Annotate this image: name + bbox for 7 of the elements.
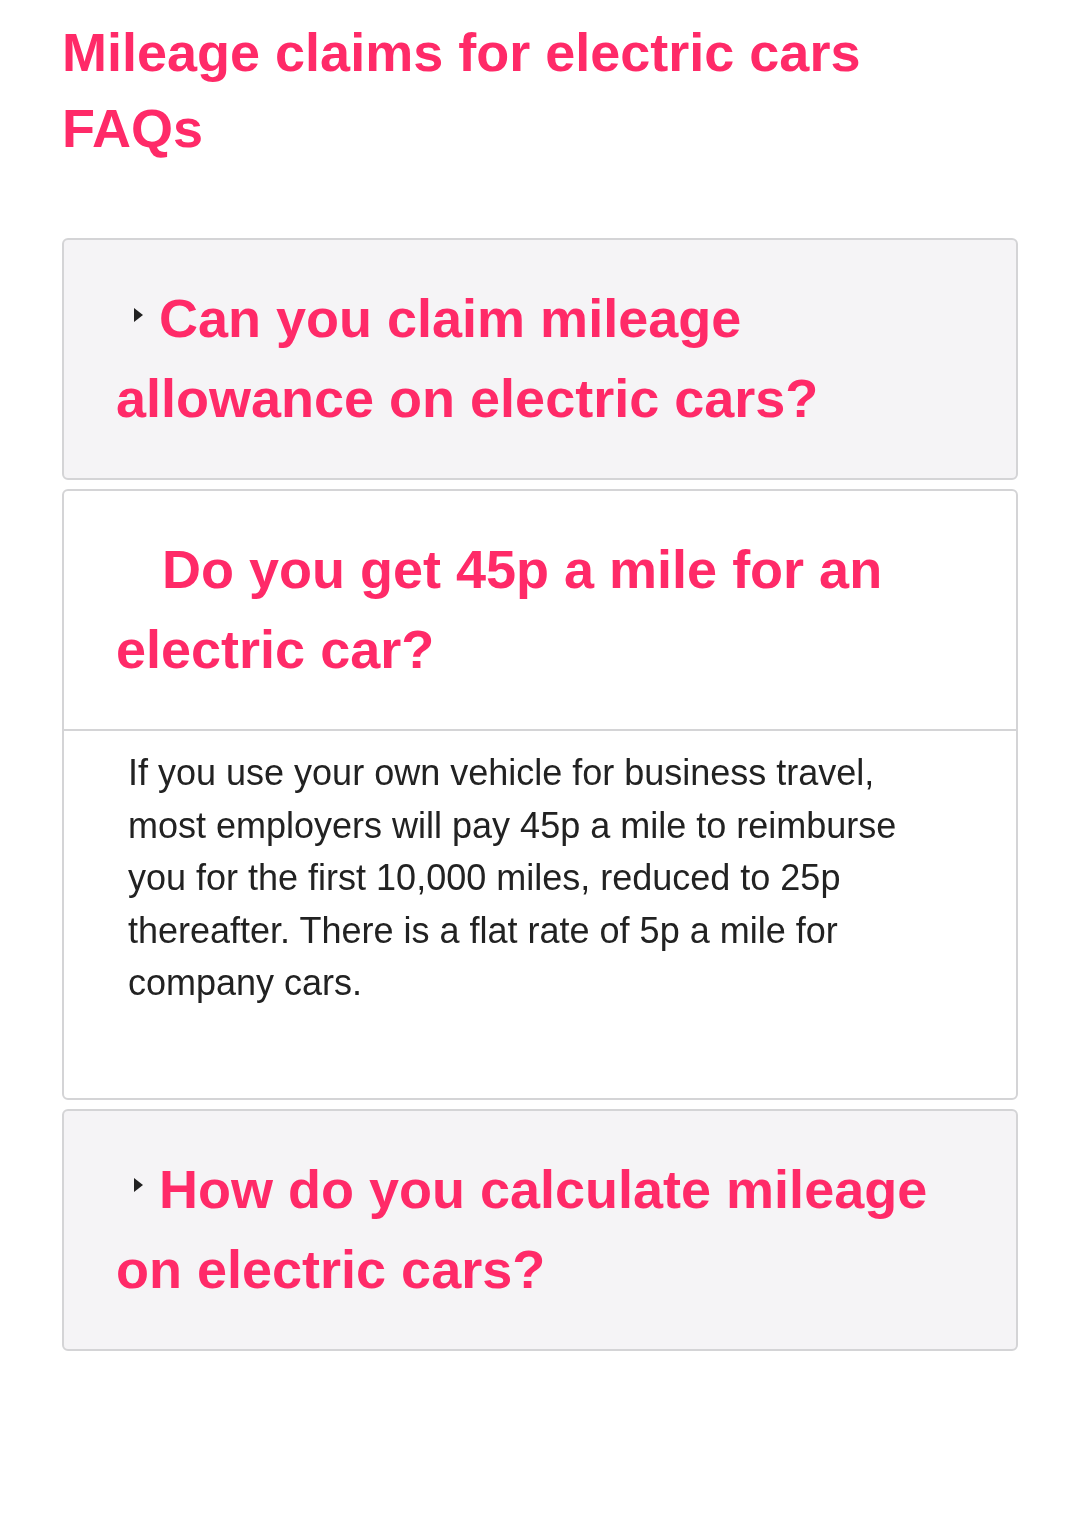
faq-answer: If you use your own vehicle for business travel, most employers will pay 45p a mile to reimburse you for the first 10,000 miles, reduced to 25p thereafter. There is a flat rate of 5p a mile for company cars. — [128, 751, 898, 1005]
faq-question[interactable]: Can you claim mileage allowance on electric cars? — [64, 240, 1016, 478]
caret-icon — [134, 307, 143, 322]
page-heading: Mileage claims for electric cars FAQs — [62, 21, 862, 160]
faq-question[interactable]: Do you get 45p a mile for an electric car? — [64, 491, 1016, 731]
caret-icon — [134, 1178, 143, 1193]
faq-question[interactable]: How do you calculate mileage on electric cars? — [64, 1110, 1016, 1349]
